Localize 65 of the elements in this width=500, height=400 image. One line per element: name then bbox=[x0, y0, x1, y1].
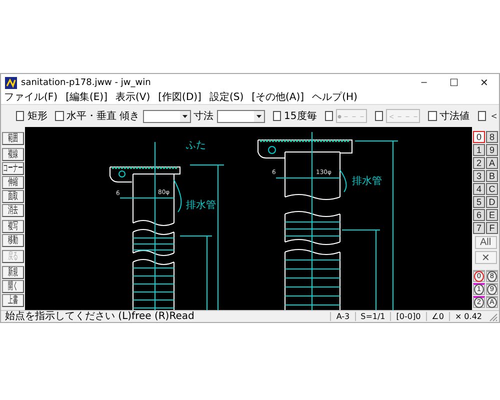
layer-button[interactable]: C bbox=[486, 183, 498, 195]
tool-button[interactable]: 移動 bbox=[2, 234, 24, 247]
tool-button[interactable]: 開く bbox=[2, 280, 24, 293]
menu-item[interactable]: ヘルプ(H) bbox=[312, 92, 358, 104]
layer-button[interactable]: E bbox=[486, 209, 498, 221]
layer-button[interactable]: 2 bbox=[473, 157, 485, 169]
window-title: sanitation-p178.jww - jw_win bbox=[21, 78, 151, 88]
checkbox[interactable] bbox=[55, 111, 64, 121]
layer-button[interactable]: F bbox=[486, 222, 498, 234]
tool-button[interactable]: コーナー bbox=[2, 162, 24, 175]
status-message: 始点を指示してください (L)free (R)Read bbox=[4, 311, 196, 322]
minimize-button[interactable]: – bbox=[409, 74, 439, 91]
close-button[interactable]: ✕ bbox=[469, 74, 499, 91]
tool-button[interactable]: 伸縮 bbox=[2, 176, 24, 189]
layer-action-button[interactable]: ✕ bbox=[474, 251, 496, 264]
drawing-label: ふた bbox=[186, 140, 206, 151]
checkbox[interactable] bbox=[272, 111, 282, 121]
tool-button[interactable]: 複写 bbox=[2, 220, 24, 233]
tool-button[interactable]: 新規 bbox=[2, 266, 24, 279]
app-icon bbox=[5, 76, 17, 88]
tool-button[interactable]: 複線 bbox=[2, 148, 24, 161]
layer-button[interactable]: 1 bbox=[473, 144, 485, 156]
menu-item[interactable]: 表示(V) bbox=[116, 92, 150, 104]
checkbox-label: 矩形 bbox=[27, 110, 48, 123]
layer-button[interactable]: 4 bbox=[473, 183, 485, 195]
resize-grip-icon bbox=[488, 312, 498, 322]
layer-button[interactable]: D bbox=[486, 196, 498, 208]
status-field: S=1/1 bbox=[354, 312, 390, 321]
menu-item[interactable]: 設定(S) bbox=[209, 92, 244, 104]
checkbox[interactable] bbox=[428, 111, 437, 121]
layer-button[interactable]: 7 bbox=[473, 222, 485, 234]
menu-item[interactable]: [その他(A)] bbox=[252, 92, 304, 104]
tool-button[interactable]: 消去 bbox=[2, 204, 24, 217]
field-label: 傾き bbox=[120, 110, 140, 123]
layer-button[interactable]: 3 bbox=[473, 170, 485, 182]
field-label: 寸法 bbox=[194, 110, 214, 123]
layer-action-button[interactable]: All bbox=[474, 236, 496, 249]
checkbox[interactable] bbox=[16, 111, 24, 121]
checkbox-label: 寸法値 bbox=[440, 110, 470, 123]
layer-button[interactable]: 6 bbox=[473, 209, 485, 221]
layer-button[interactable]: A bbox=[486, 157, 498, 169]
status-field: ∠0 bbox=[426, 312, 449, 321]
layer-button[interactable]: 9 bbox=[486, 144, 498, 156]
drawing-label: 排水管 bbox=[186, 200, 216, 211]
tool-button[interactable]: 上書 bbox=[2, 294, 24, 307]
checkbox[interactable] bbox=[478, 111, 486, 121]
layer-button[interactable]: 5 bbox=[473, 196, 485, 208]
status-field: [0-0]0 bbox=[390, 312, 426, 321]
tool-button[interactable]: 範囲 bbox=[2, 132, 24, 145]
checkbox-label: 15度毎 bbox=[284, 110, 317, 123]
layer-button[interactable]: 8 bbox=[486, 131, 498, 143]
status-field: × 0.42 bbox=[448, 312, 487, 321]
menu-item[interactable]: [作図(D)] bbox=[158, 92, 202, 104]
dropdown-field[interactable] bbox=[142, 110, 191, 122]
tool-button[interactable]: 面取 bbox=[2, 190, 24, 203]
menu-item[interactable]: ファイル(F) bbox=[4, 92, 58, 104]
drawing-label: 排水管 bbox=[352, 176, 382, 187]
checkbox-label: 水平・垂直 bbox=[66, 110, 117, 123]
menu-item[interactable]: [編集(E)] bbox=[66, 92, 108, 104]
layer-button[interactable]: 0 bbox=[473, 131, 485, 143]
status-field: A-3 bbox=[330, 312, 355, 321]
maximize-button[interactable]: ☐ bbox=[439, 74, 469, 91]
checkbox-label: ＜ bbox=[488, 110, 499, 123]
layer-button[interactable]: B bbox=[486, 170, 498, 182]
dropdown-field[interactable] bbox=[216, 110, 265, 122]
